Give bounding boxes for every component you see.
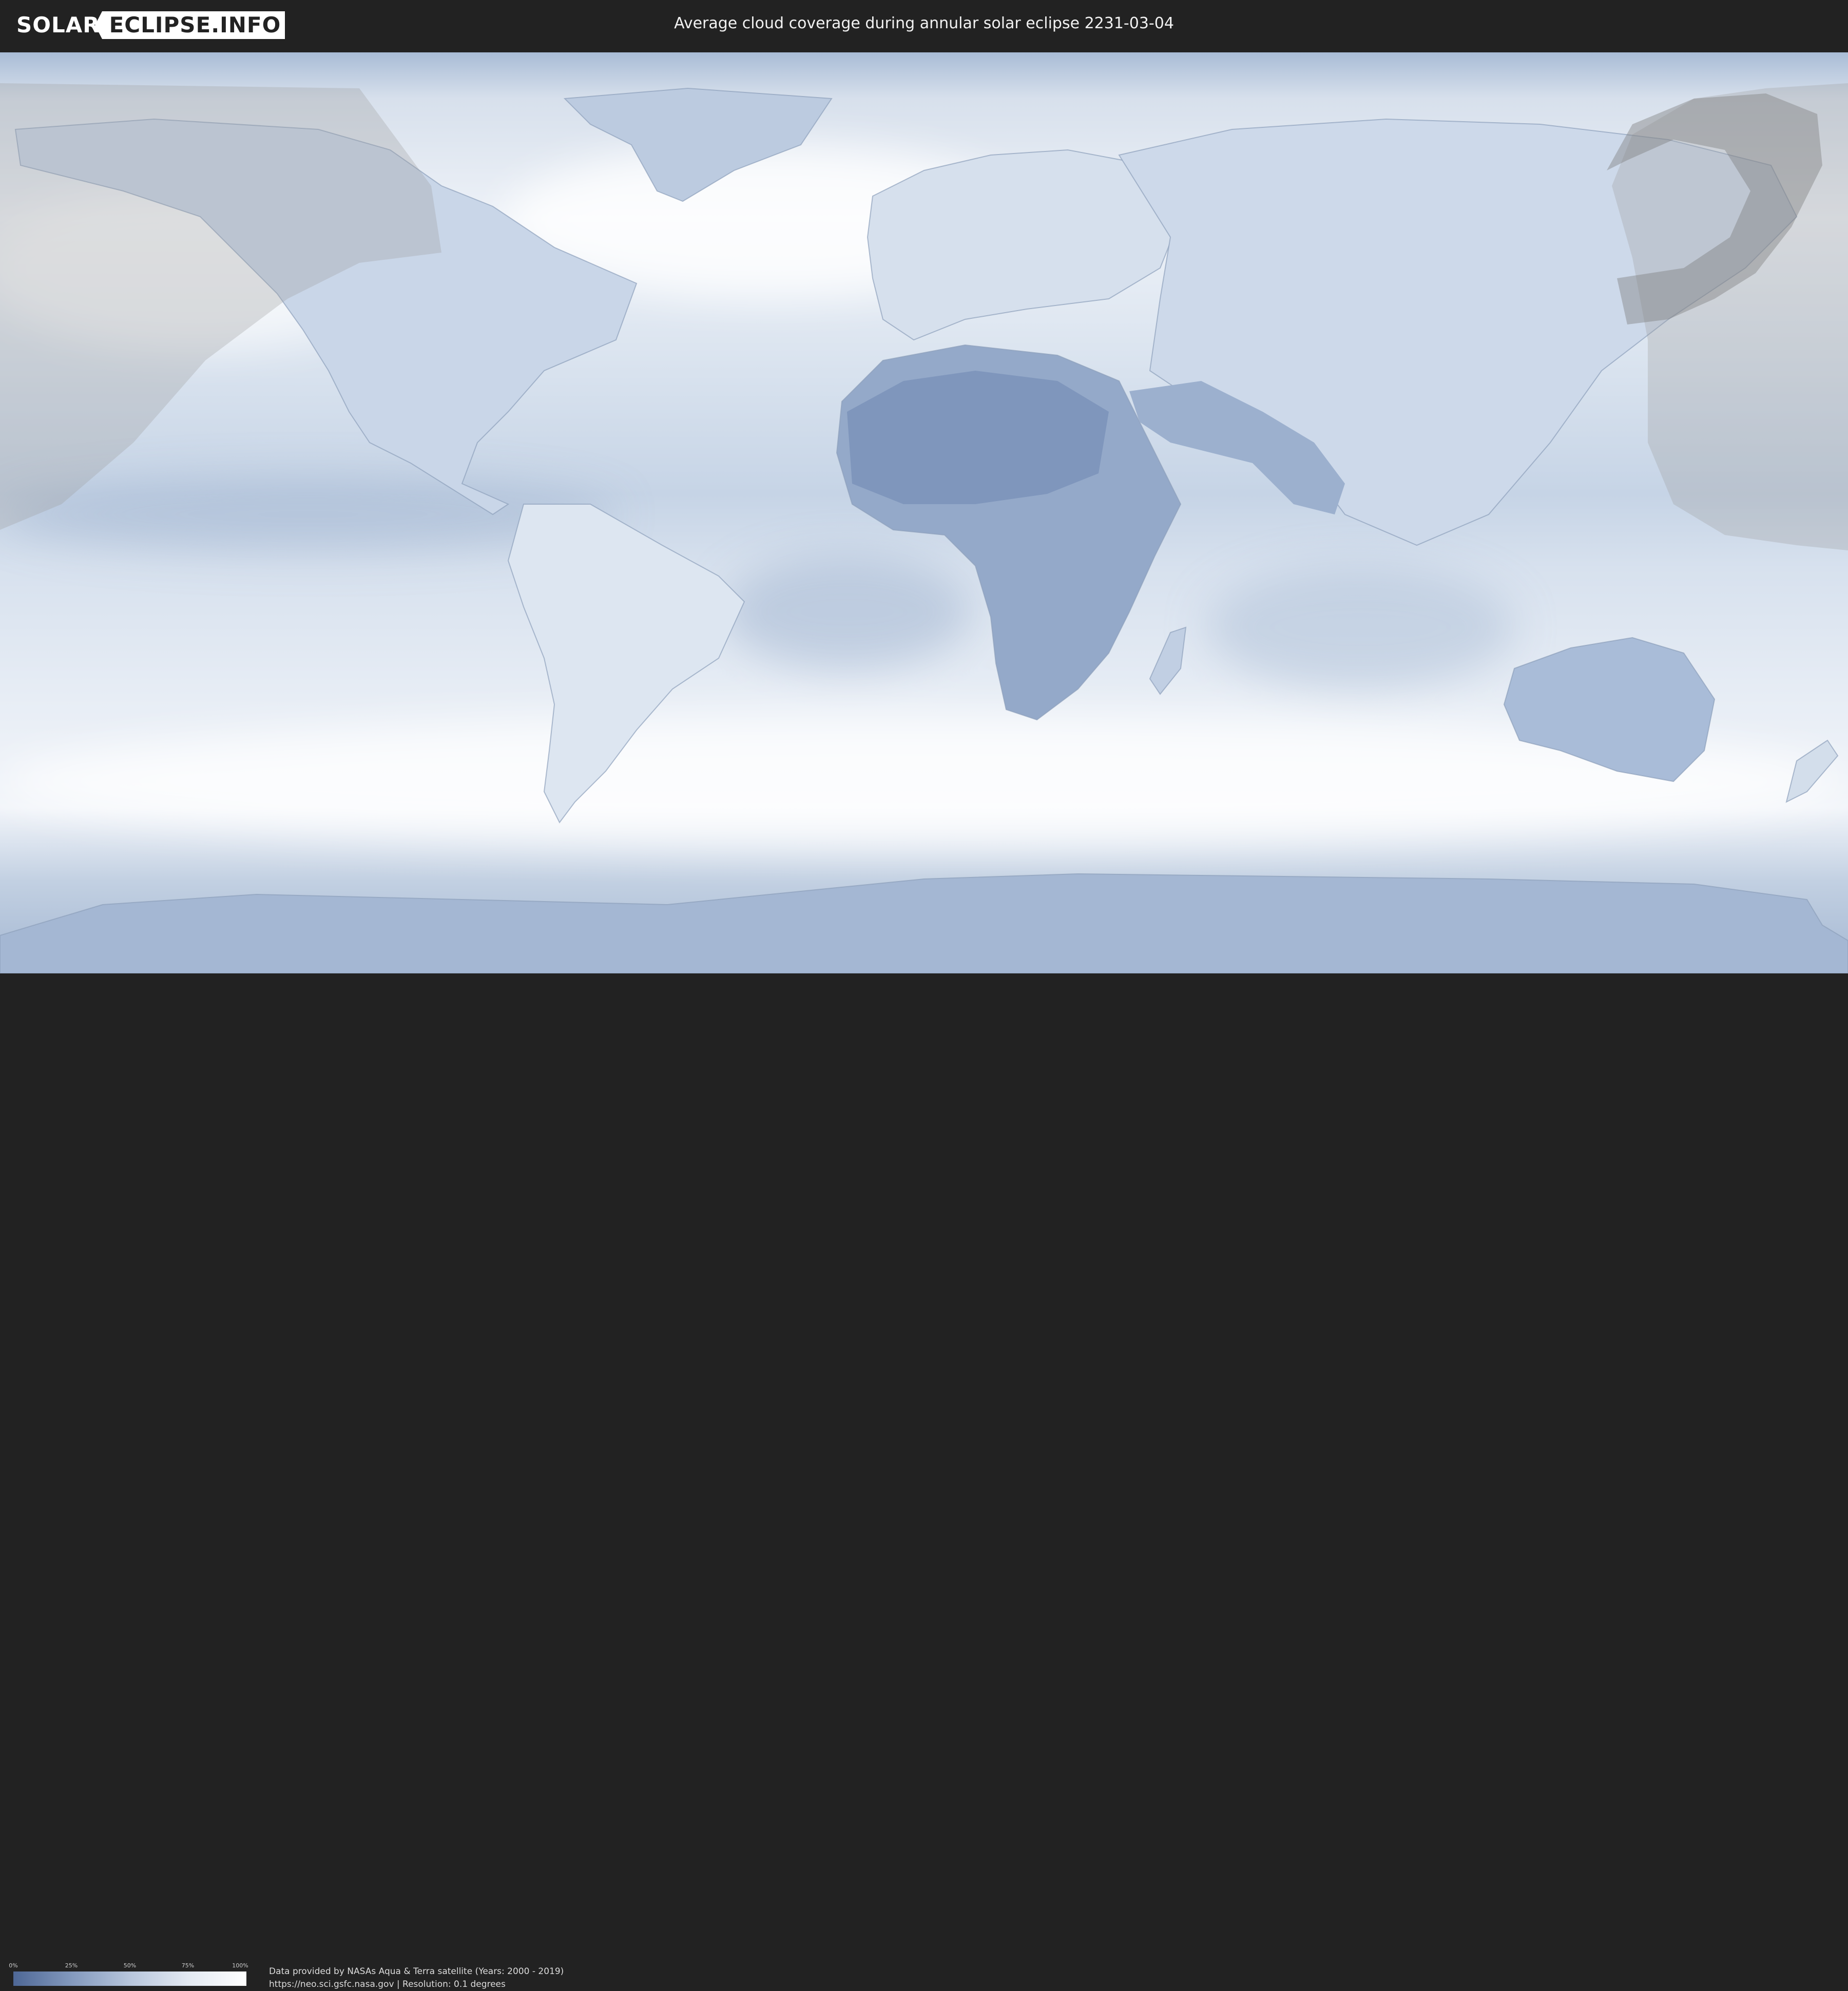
cloud-coverage-map — [0, 52, 1848, 973]
header-bar: SOLAR ECLIPSE.INFO Average cloud coverag… — [0, 0, 1848, 51]
footer-bar: 0% 25% 50% 75% 100% Data provided by NAS… — [0, 975, 1848, 1989]
data-credit: Data provided by NASAs Aqua & Terra sate… — [269, 1965, 564, 1991]
page-title: Average cloud coverage during annular so… — [674, 14, 1174, 32]
legend-tick-0: 0% — [9, 1962, 18, 1969]
credit-line-source: Data provided by NASAs Aqua & Terra sate… — [269, 1966, 564, 1977]
legend-tick-100: 100% — [232, 1962, 248, 1969]
cloud-coverage-legend: 0% 25% 50% 75% 100% — [9, 1962, 248, 1991]
cloud-band-indian-ocean — [1206, 566, 1514, 689]
legend-gradient-bar — [13, 1971, 246, 1986]
credit-line-url: https://neo.sci.gsfc.nasa.gov | Resoluti… — [269, 1979, 506, 1989]
cloud-band-south-atlantic — [724, 556, 970, 668]
legend-tick-75: 75% — [181, 1962, 195, 1969]
world-map-svg — [0, 52, 1848, 973]
legend-tick-25: 25% — [65, 1962, 78, 1969]
legend-tick-50: 50% — [123, 1962, 137, 1969]
sahara-dry-region — [847, 371, 1109, 504]
